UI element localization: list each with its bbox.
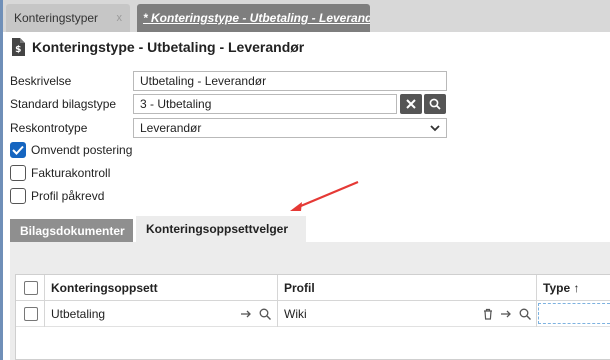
column-header-konteringsoppsett[interactable]: Konteringsoppsett	[51, 281, 158, 295]
window-tab-bar: Konteringstyper x * Konteringstype - Utb…	[3, 0, 610, 32]
omvendt-postering-checkbox[interactable]	[10, 142, 26, 158]
tab-konteringstyper[interactable]: Konteringstyper x	[6, 4, 130, 32]
arrow-right-icon[interactable]	[239, 307, 253, 321]
beskrivelse-label: Beskrivelse	[10, 74, 72, 88]
column-divider	[277, 275, 278, 301]
tab-konteringstype-active[interactable]: * Konteringstype - Utbetaling - Leverand…	[137, 4, 370, 32]
column-header-profil[interactable]: Profil	[284, 281, 315, 295]
select-all-checkbox[interactable]	[24, 281, 38, 295]
tab-konteringsoppsettvelger[interactable]: Konteringsoppsettvelger	[136, 216, 306, 242]
tab-label: Konteringsoppsettvelger	[146, 222, 289, 236]
fakturakontroll-checkbox[interactable]	[10, 165, 26, 181]
reskontrotype-select[interactable]: Leverandør	[133, 118, 447, 138]
column-divider	[277, 301, 278, 327]
document-dollar-icon: $	[12, 38, 25, 56]
sub-tab-bar: Bilagsdokumenter Konteringsoppsettvelger	[10, 216, 610, 242]
svg-text:$: $	[15, 45, 21, 55]
tab-bilagsdokumenter[interactable]: Bilagsdokumenter	[10, 219, 133, 242]
arrow-right-icon[interactable]	[499, 307, 513, 321]
profil-pakrevd-label: Profil påkrevd	[31, 189, 105, 203]
konteringsoppsett-grid: Konteringsoppsett Profil Type ↑ Utbetali…	[15, 274, 610, 360]
tab-label: Bilagsdokumenter	[20, 223, 125, 238]
search-icon[interactable]	[258, 307, 272, 321]
type-cell-editor[interactable]	[538, 303, 610, 324]
fakturakontroll-row: Fakturakontroll	[10, 165, 110, 181]
konteringsoppsett-cell[interactable]: Utbetaling	[51, 307, 105, 321]
profil-pakrevd-row: Profil påkrevd	[10, 188, 104, 204]
omvendt-postering-label: Omvendt postering	[31, 143, 133, 157]
trash-icon[interactable]	[481, 307, 495, 321]
column-divider	[44, 275, 45, 301]
search-icon	[429, 98, 441, 110]
page-title: Konteringstype - Utbetaling - Leverandør	[32, 39, 305, 55]
column-divider	[536, 301, 537, 327]
table-row[interactable]: Utbetaling Wiki	[16, 301, 610, 327]
grid-header: Konteringsoppsett Profil Type ↑	[16, 275, 610, 301]
tab-close-icon[interactable]: x	[117, 12, 123, 24]
reskontrotype-label: Reskontrotype	[10, 121, 88, 135]
close-icon	[406, 99, 416, 109]
tab-label: * Konteringstype - Utbetaling - Leverand…	[143, 11, 370, 25]
column-divider	[536, 275, 537, 301]
column-header-type[interactable]: Type ↑	[543, 281, 579, 295]
omvendt-postering-row: Omvendt postering	[10, 142, 132, 158]
reskontrotype-value: Leverandør	[140, 121, 202, 135]
lookup-button[interactable]	[424, 94, 446, 114]
beskrivelse-value: Utbetaling - Leverandør	[140, 74, 267, 88]
page-header: $ Konteringstype - Utbetaling - Leverand…	[10, 38, 304, 56]
bilagstype-label: Standard bilagstype	[10, 97, 117, 111]
profil-cell[interactable]: Wiki	[284, 307, 307, 321]
clear-button[interactable]	[400, 94, 422, 114]
bilagstype-input[interactable]: 3 - Utbetaling	[133, 94, 397, 114]
search-icon[interactable]	[518, 307, 532, 321]
fakturakontroll-label: Fakturakontroll	[31, 166, 111, 180]
row-checkbox[interactable]	[24, 307, 38, 321]
annotation-arrow-icon	[290, 180, 359, 211]
chevron-down-icon	[430, 125, 440, 132]
column-divider	[44, 301, 45, 327]
checkmark-icon	[12, 145, 24, 155]
beskrivelse-input[interactable]: Utbetaling - Leverandør	[133, 71, 447, 91]
left-edge-strip	[0, 0, 3, 360]
tab-label: Konteringstyper	[14, 11, 99, 25]
bilagstype-value: 3 - Utbetaling	[140, 97, 212, 111]
profil-pakrevd-checkbox[interactable]	[10, 188, 26, 204]
